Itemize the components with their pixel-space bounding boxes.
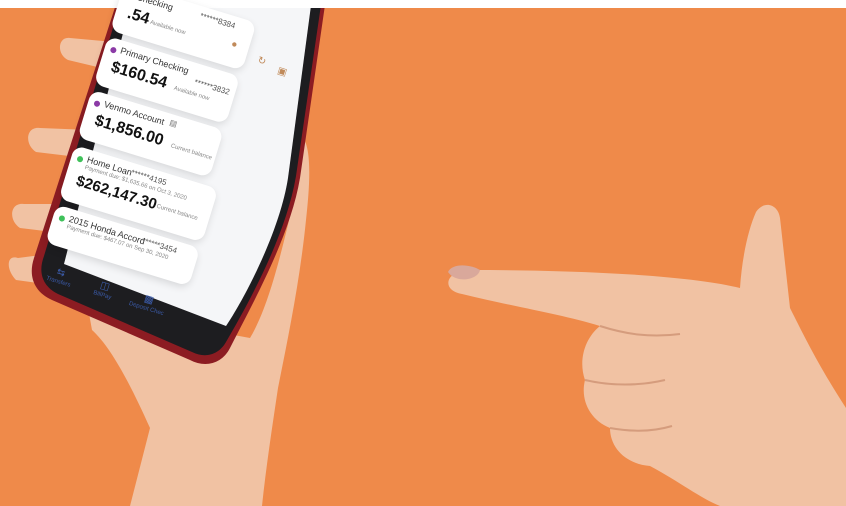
phone-screen-content: Checking ******8384 .54 Available now ● … — [22, 0, 310, 344]
balance-note: Current balance — [169, 143, 213, 162]
status-dot — [58, 214, 66, 223]
camera-icon[interactable]: ▣ — [276, 65, 288, 78]
status-dot — [109, 46, 118, 54]
balance-note: Available now — [149, 19, 187, 37]
card-icon: ▤ — [168, 117, 179, 129]
refresh-icon[interactable]: ↻ — [256, 55, 267, 68]
nav-transfers[interactable]: ⇆ Transfers — [36, 261, 83, 291]
status-dot — [76, 155, 84, 163]
profile-icon[interactable]: ● — [230, 39, 239, 51]
phone: Checking ******8384 .54 Available now ● … — [0, 0, 846, 506]
status-dot — [93, 99, 101, 108]
nav-billpay[interactable]: ◫ BillPay — [80, 275, 127, 305]
account-balance: .54 — [125, 5, 152, 28]
nav-deposit[interactable]: ▩ Deposit Chec — [124, 288, 171, 318]
photo-scene: Checking ******8384 .54 Available now ● … — [0, 0, 846, 506]
account-number: ******8384 — [198, 11, 237, 31]
balance-note: Current balance — [155, 203, 199, 222]
